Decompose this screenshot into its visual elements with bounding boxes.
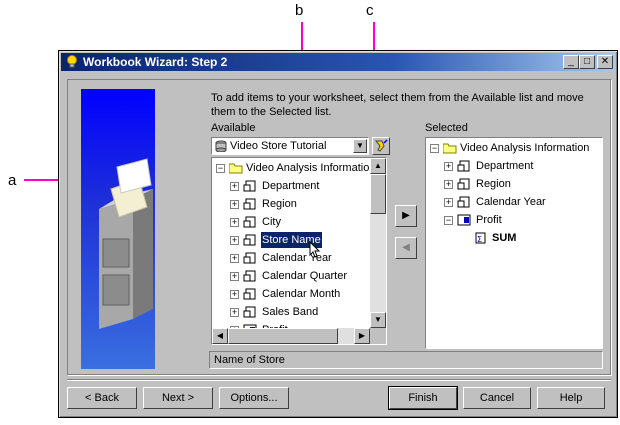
scroll-corner <box>370 328 386 344</box>
tree-item-label: Department <box>476 160 534 172</box>
tree-item-label: Calendar Year <box>262 252 332 264</box>
tree-item-label: Region <box>476 178 511 190</box>
business-area-dropdown[interactable]: Video Store Tutorial ▼ <box>211 137 369 155</box>
callout-label-b: b <box>295 2 304 19</box>
lightbulb-icon <box>67 55 77 68</box>
folder-item-icon <box>457 196 470 208</box>
title-bar: Workbook Wizard: Step 2 _ □ ✕ <box>61 53 615 71</box>
wizard-graphic <box>81 89 155 369</box>
file-cabinet-icon <box>99 158 153 329</box>
folder-item-icon <box>243 252 256 264</box>
remove-item-button[interactable]: ◀ <box>395 237 417 259</box>
selected-tree[interactable]: − Video Analysis Information + Departmen… <box>425 137 603 349</box>
chevron-down-icon[interactable]: ▼ <box>353 139 367 153</box>
mouse-cursor-icon <box>309 241 321 258</box>
svg-text:Σ: Σ <box>477 235 482 244</box>
folder-item-icon <box>243 306 256 318</box>
folder-item-icon <box>243 180 256 192</box>
dropdown-value: Video Store Tutorial <box>230 140 327 152</box>
available-tree[interactable]: − Video Analysis Information + Departmen… <box>211 157 387 345</box>
close-button[interactable]: ✕ <box>597 55 613 69</box>
tree-item-label: Calendar Month <box>262 288 341 300</box>
tree-item-label: Calendar Year <box>476 196 546 208</box>
workbook-wizard-window: Workbook Wizard: Step 2 _ □ ✕ To add ite… <box>58 50 618 418</box>
expand-toggle[interactable]: + <box>230 254 239 263</box>
folder-icon <box>229 163 243 174</box>
folder-item-icon <box>243 198 256 210</box>
vertical-scrollbar[interactable]: ▲ ▼ <box>370 158 386 328</box>
folder-icon <box>443 143 457 154</box>
tree-item-label: Profit <box>476 214 502 226</box>
options-button[interactable]: Options... <box>219 387 289 409</box>
item-description-status: Name of Store <box>209 351 603 369</box>
expand-toggle[interactable]: + <box>230 272 239 281</box>
expand-toggle[interactable]: + <box>444 180 453 189</box>
next-button[interactable]: Next > <box>143 387 213 409</box>
scroll-thumb[interactable] <box>228 328 338 344</box>
available-label: Available <box>211 122 256 134</box>
finish-button[interactable]: Finish <box>388 386 458 410</box>
maximize-button[interactable]: □ <box>579 55 595 69</box>
grid-measure-icon <box>457 214 471 226</box>
scroll-down-button[interactable]: ▼ <box>370 312 386 328</box>
scroll-thumb[interactable] <box>370 174 386 214</box>
tree-item-label: City <box>262 216 281 228</box>
back-button[interactable]: < Back <box>67 387 137 409</box>
callout-label-c: c <box>366 2 374 19</box>
scroll-right-button[interactable]: ▶ <box>354 328 370 344</box>
expand-toggle[interactable]: + <box>230 236 239 245</box>
help-button[interactable]: Help <box>537 387 605 409</box>
separator <box>67 379 611 381</box>
sigma-icon: Σ <box>475 232 486 244</box>
selected-label: Selected <box>425 122 468 134</box>
scroll-left-button[interactable]: ◀ <box>212 328 228 344</box>
folder-item-icon <box>243 234 256 246</box>
collapse-toggle[interactable]: − <box>216 164 225 173</box>
window-title: Workbook Wizard: Step 2 <box>83 55 228 69</box>
tree-root-label: Video Analysis Information <box>460 142 590 154</box>
expand-toggle[interactable]: + <box>230 200 239 209</box>
collapse-toggle[interactable]: − <box>430 144 439 153</box>
cancel-button[interactable]: Cancel <box>463 387 531 409</box>
folder-item-icon <box>243 270 256 282</box>
expand-toggle[interactable]: + <box>230 308 239 317</box>
expand-toggle[interactable]: + <box>444 198 453 207</box>
collapse-toggle[interactable]: − <box>444 216 453 225</box>
find-items-button[interactable] <box>372 137 390 155</box>
folder-item-icon <box>457 160 470 172</box>
expand-toggle[interactable]: + <box>230 290 239 299</box>
tree-item-label: Region <box>262 198 297 210</box>
tree-child-label: SUM <box>492 232 517 244</box>
expand-toggle[interactable]: + <box>230 182 239 191</box>
tree-item-label: Sales Band <box>262 306 319 318</box>
instructions-text: To add items to your worksheet, select t… <box>211 92 584 118</box>
tree-item-label: Calendar Quarter <box>262 270 347 282</box>
expand-toggle[interactable]: + <box>230 218 239 227</box>
folder-item-icon <box>457 178 470 190</box>
flashlight-icon <box>374 139 388 152</box>
folder-item-icon <box>243 288 256 300</box>
add-item-button[interactable]: ▶ <box>395 205 417 227</box>
database-icon <box>215 140 227 152</box>
tree-root-label: Video Analysis Information <box>246 162 376 174</box>
folder-item-icon <box>243 216 256 228</box>
scroll-up-button[interactable]: ▲ <box>370 158 386 174</box>
expand-toggle[interactable]: + <box>444 162 453 171</box>
horizontal-scrollbar[interactable]: ◀ ▶ <box>212 328 370 344</box>
callout-line-b-vertical <box>301 22 303 52</box>
tree-item-label: Department <box>262 180 320 192</box>
minimize-button[interactable]: _ <box>563 55 579 69</box>
callout-label-a: a <box>8 172 17 189</box>
